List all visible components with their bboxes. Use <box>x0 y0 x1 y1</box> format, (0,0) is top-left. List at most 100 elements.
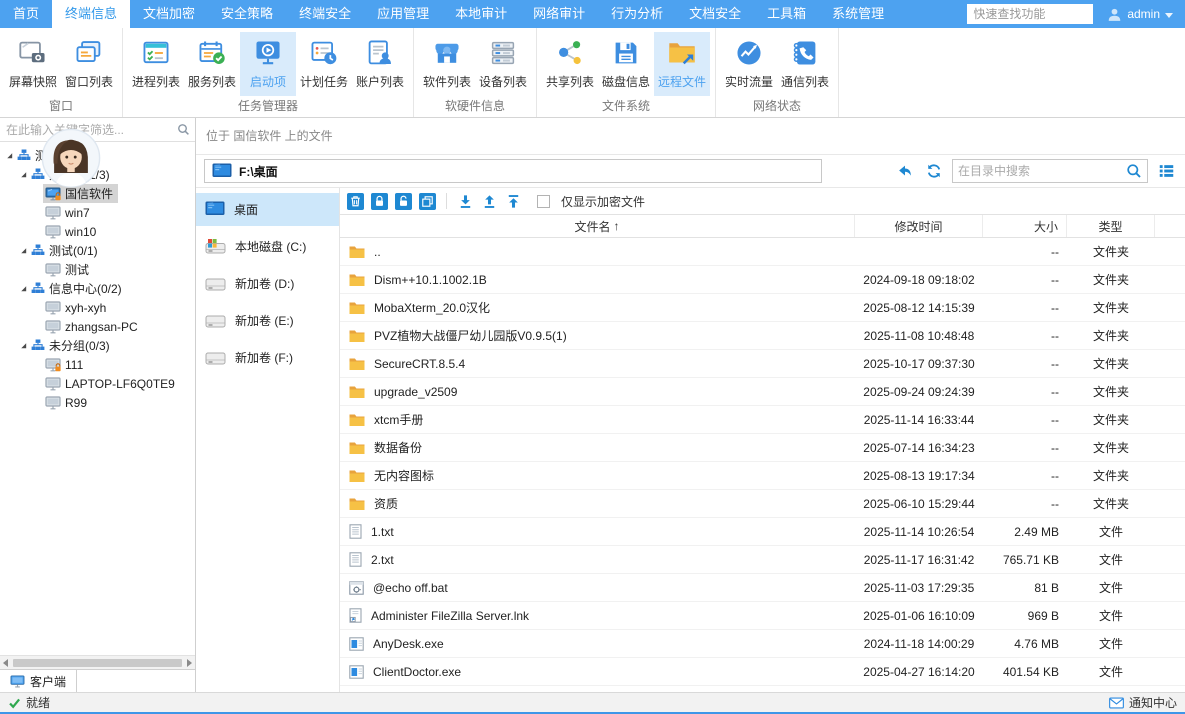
menu-tab-5[interactable]: 终端安全 <box>286 0 364 28</box>
expand-arrow-icon[interactable] <box>19 284 28 293</box>
menu-tab-12[interactable]: 系统管理 <box>819 0 897 28</box>
toolbar-upload2-button[interactable] <box>505 193 522 210</box>
file-list: ..--文件夹Dism++10.1.1002.1B2024-09-18 09:1… <box>340 238 1185 692</box>
tree-item[interactable]: 测试 <box>0 260 195 279</box>
file-row[interactable]: Dism++10.1.1002.1B2024-09-18 09:18:02--文… <box>340 266 1185 294</box>
toolbar-upload-button[interactable] <box>481 193 498 210</box>
file-row[interactable]: SecureCRT.8.5.42025-10-17 09:37:30--文件夹 <box>340 350 1185 378</box>
file-row[interactable]: 无内容图标2025-08-13 19:17:34--文件夹 <box>340 462 1185 490</box>
ribbon-button-share-list[interactable]: 共享列表 <box>542 32 598 96</box>
ribbon-button-window-list[interactable]: 窗口列表 <box>61 32 117 96</box>
back-icon[interactable] <box>894 160 916 182</box>
menu-tab-8[interactable]: 网络审计 <box>520 0 598 28</box>
file-row[interactable]: PVZ植物大战僵尸幼儿园版V0.9.5(1)2025-11-08 10:48:4… <box>340 322 1185 350</box>
menu-tab-6[interactable]: 应用管理 <box>364 0 442 28</box>
list-view-icon[interactable] <box>1155 160 1177 182</box>
ribbon-button-startup[interactable]: 启动项 <box>240 32 296 96</box>
drive-item[interactable]: 新加卷 (D:) <box>196 267 339 300</box>
sidebar-horizontal-scrollbar[interactable] <box>0 655 195 669</box>
file-type: 文件 <box>1067 523 1155 540</box>
expand-arrow-icon[interactable] <box>19 341 28 350</box>
computer-icon <box>45 206 61 220</box>
menu-tab-1[interactable]: 首页 <box>0 0 52 28</box>
menu-row: 首页终端信息文档加密安全策略终端安全应用管理本地审计网络审计行为分析文档安全工具… <box>0 0 897 28</box>
ribbon-button-software-list[interactable]: 软件列表 <box>419 32 475 96</box>
menu-tab-4[interactable]: 安全策略 <box>208 0 286 28</box>
quick-search-input[interactable] <box>967 4 1093 24</box>
menu-tab-10[interactable]: 文档安全 <box>676 0 754 28</box>
toolbar-lock-button[interactable] <box>371 193 388 210</box>
tree-item[interactable]: 信息中心(0/2) <box>0 279 195 298</box>
ribbon-button-remote-file[interactable]: 远程文件 <box>654 32 710 96</box>
scroll-right-icon[interactable] <box>187 659 192 667</box>
file-modified: 2024-09-18 09:18:02 <box>855 273 983 287</box>
user-name: admin <box>1127 7 1160 21</box>
drive-item[interactable]: 新加卷 (F:) <box>196 341 339 374</box>
column-header-type[interactable]: 类型 <box>1067 215 1155 237</box>
file-row[interactable]: upgrade_v25092025-09-24 09:24:39--文件夹 <box>340 378 1185 406</box>
ribbon-button-disk-info[interactable]: 磁盘信息 <box>598 32 654 96</box>
ribbon-button-service-list[interactable]: 服务列表 <box>184 32 240 96</box>
file-row[interactable]: AnyDesk.exe2024-11-18 14:00:294.76 MB文件 <box>340 630 1185 658</box>
menu-tab-7[interactable]: 本地审计 <box>442 0 520 28</box>
tree-item[interactable]: LAPTOP-LF6Q0TE9 <box>0 374 195 393</box>
top-menu-bar: 首页终端信息文档加密安全策略终端安全应用管理本地审计网络审计行为分析文档安全工具… <box>0 0 1185 28</box>
tree-item-label: 未分组(0/3) <box>49 337 110 354</box>
file-row[interactable]: ..--文件夹 <box>340 238 1185 266</box>
tree-item[interactable]: win10 <box>0 222 195 241</box>
tree-item[interactable]: win7 <box>0 203 195 222</box>
menu-tab-3[interactable]: 文档加密 <box>130 0 208 28</box>
toolbar-download-button[interactable] <box>457 193 474 210</box>
path-input[interactable]: F:\桌面 <box>204 159 822 183</box>
tab-client[interactable]: 客户端 <box>0 670 77 692</box>
ribbon-button-realtime-traffic[interactable]: 实时流量 <box>721 32 777 96</box>
file-row[interactable]: Administer FileZilla Server.lnk2025-01-0… <box>340 602 1185 630</box>
search-icon[interactable] <box>1126 163 1142 179</box>
notification-center[interactable]: 通知中心 <box>1109 694 1177 711</box>
scrollbar-thumb[interactable] <box>13 659 182 667</box>
expand-arrow-icon[interactable] <box>19 246 28 255</box>
ribbon-button-device-list[interactable]: 设备列表 <box>475 32 531 96</box>
column-header-size[interactable]: 大小 <box>983 215 1067 237</box>
expand-arrow-icon[interactable] <box>5 151 14 160</box>
drive-item[interactable]: 桌面 <box>196 193 339 226</box>
file-row[interactable]: 数据备份2025-07-14 16:34:23--文件夹 <box>340 434 1185 462</box>
file-row[interactable]: 2.txt2025-11-17 16:31:42765.71 KB文件 <box>340 546 1185 574</box>
encrypted-only-checkbox[interactable] <box>537 195 550 208</box>
drive-item[interactable]: 新加卷 (E:) <box>196 304 339 337</box>
column-header-modified[interactable]: 修改时间 <box>855 215 983 237</box>
ribbon-button-label: 服务列表 <box>188 73 236 90</box>
menu-tab-2[interactable]: 终端信息 <box>52 0 130 28</box>
scroll-left-icon[interactable] <box>3 659 8 667</box>
ribbon-button-process-list[interactable]: 进程列表 <box>128 32 184 96</box>
tree-item[interactable]: R99 <box>0 393 195 412</box>
drive-item-label: 新加卷 (E:) <box>235 312 294 329</box>
file-row[interactable]: MobaXterm_20.0汉化2025-08-12 14:15:39--文件夹 <box>340 294 1185 322</box>
menu-tab-9[interactable]: 行为分析 <box>598 0 676 28</box>
toolbar-trash-button[interactable] <box>347 193 364 210</box>
tree-item[interactable]: 测试(0/1) <box>0 241 195 260</box>
ribbon-button-scheduled-task[interactable]: 计划任务 <box>296 32 352 96</box>
file-row[interactable]: 1.txt2025-11-14 10:26:542.49 MB文件 <box>340 518 1185 546</box>
drive-item[interactable]: 本地磁盘 (C:) <box>196 230 339 263</box>
column-header-filename[interactable]: 文件名 ↑ <box>340 215 855 237</box>
expand-arrow-icon[interactable] <box>19 170 28 179</box>
file-row[interactable]: 资质2025-06-10 15:29:44--文件夹 <box>340 490 1185 518</box>
directory-search-input[interactable] <box>958 164 1126 178</box>
refresh-icon[interactable] <box>923 160 945 182</box>
toolbar-restore-button[interactable] <box>419 193 436 210</box>
tree-item[interactable]: 111 <box>0 355 195 374</box>
ribbon-button-screenshot[interactable]: 屏幕快照 <box>5 32 61 96</box>
file-row[interactable]: @echo off.bat2025-11-03 17:29:3581 B文件 <box>340 574 1185 602</box>
file-row[interactable]: xtcm手册2025-11-14 16:33:44--文件夹 <box>340 406 1185 434</box>
file-size: 81 B <box>983 581 1067 595</box>
toolbar-unlock-button[interactable] <box>395 193 412 210</box>
menu-tab-11[interactable]: 工具箱 <box>754 0 819 28</box>
ribbon-button-comm-list[interactable]: 通信列表 <box>777 32 833 96</box>
file-row[interactable]: ClientDoctor.exe2025-04-27 16:14:20401.5… <box>340 658 1185 686</box>
tree-item[interactable]: zhangsan-PC <box>0 317 195 336</box>
tree-item[interactable]: xyh-xyh <box>0 298 195 317</box>
ribbon-button-account-list[interactable]: 账户列表 <box>352 32 408 96</box>
user-menu[interactable]: admin <box>1093 7 1185 22</box>
tree-item[interactable]: 未分组(0/3) <box>0 336 195 355</box>
